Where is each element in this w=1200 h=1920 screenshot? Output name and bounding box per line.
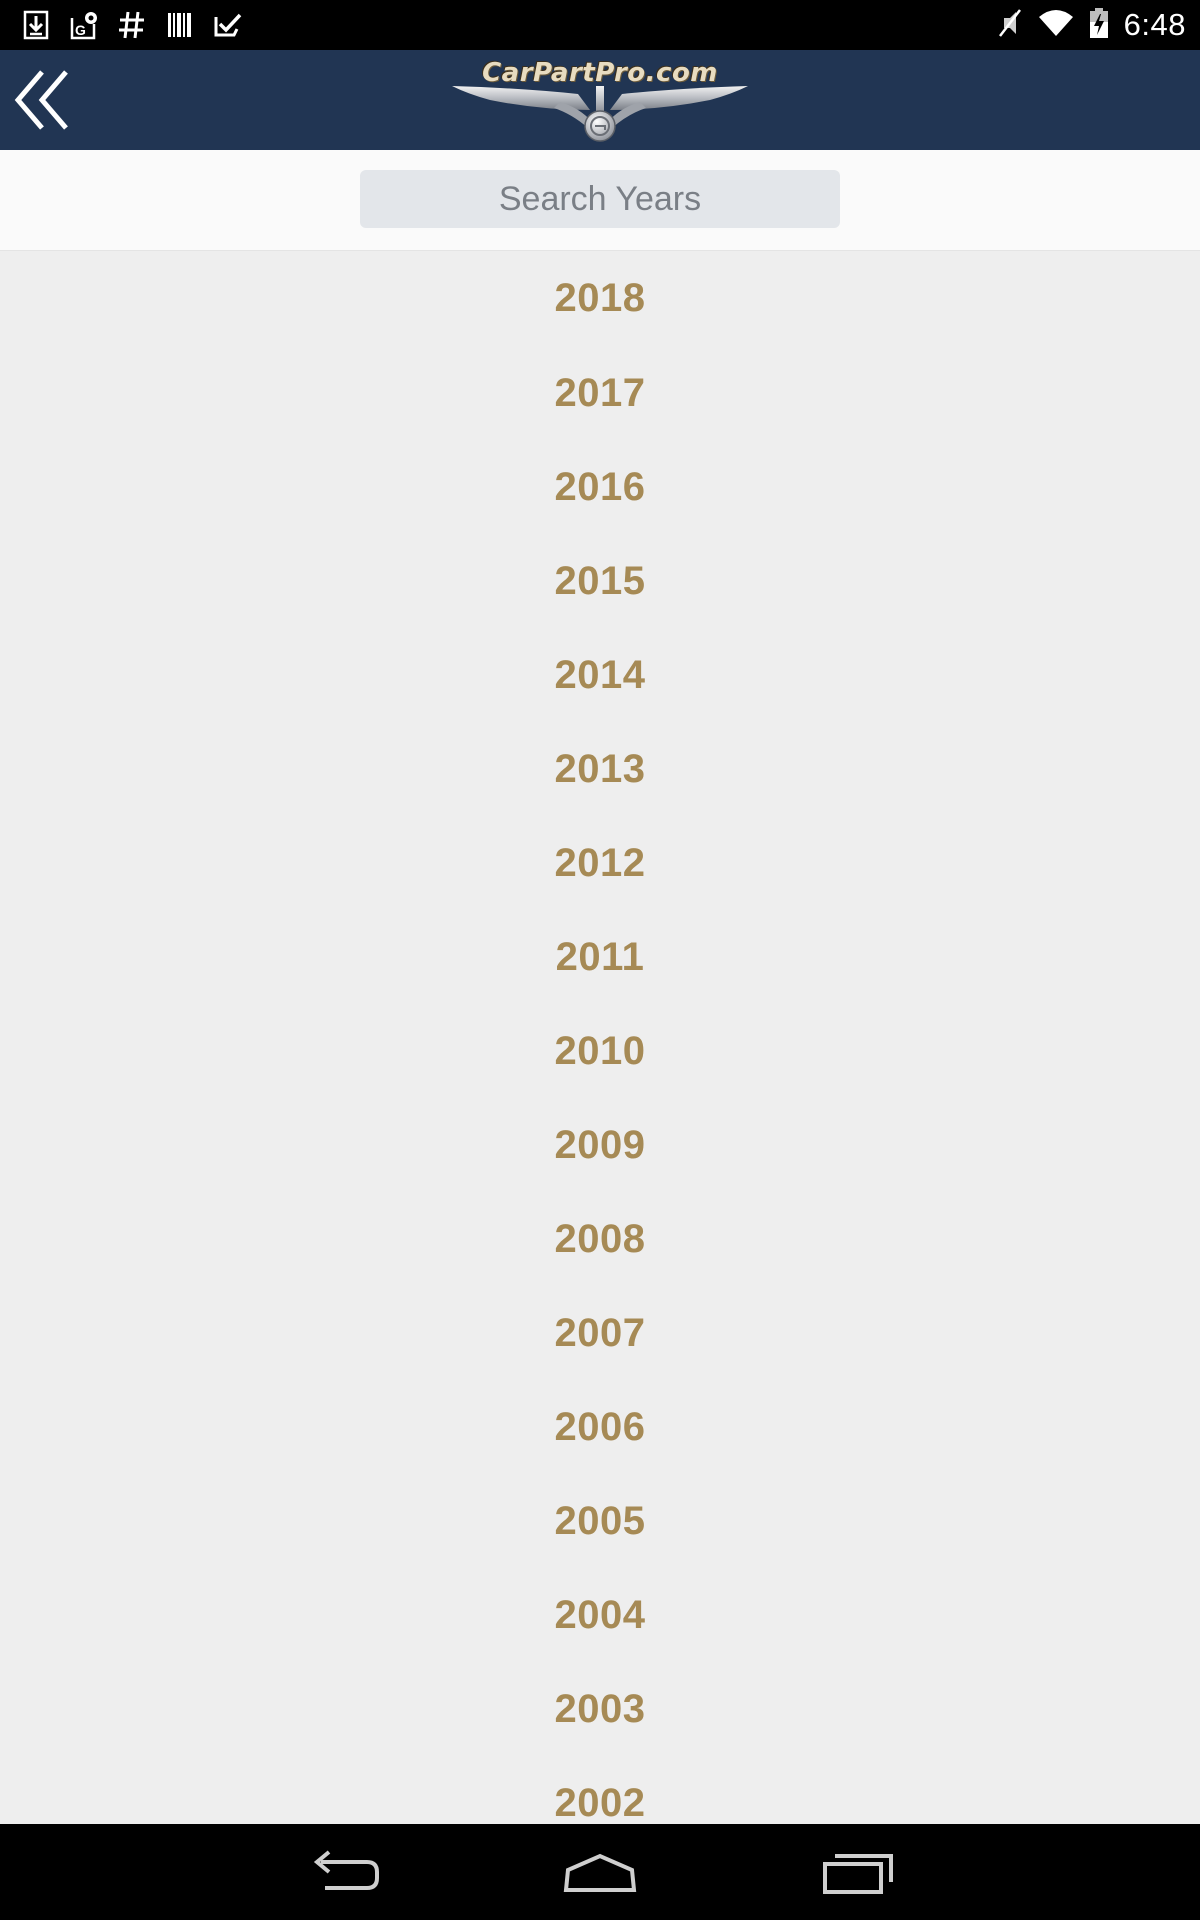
status-bar: G 6:48 [0,0,1200,50]
year-item[interactable]: 2010 [0,1004,1200,1098]
year-label: 2008 [554,1216,646,1261]
year-item[interactable]: 2012 [0,816,1200,910]
barcode-icon [164,9,196,41]
year-label: 2012 [554,840,646,885]
year-item[interactable]: 2016 [0,440,1200,534]
year-label: 2015 [554,558,646,603]
mute-icon [996,8,1024,43]
search-years-input[interactable] [360,170,840,228]
year-label: 2003 [554,1686,646,1731]
notification-icons: G [20,8,244,42]
app-bar: CarPartPro.com [0,50,1200,150]
nav-home-button[interactable] [555,1840,645,1904]
year-label: 2018 [554,276,646,320]
clock: 6:48 [1123,7,1186,42]
year-item[interactable]: 2014 [0,628,1200,722]
wifi-icon [1038,8,1074,43]
year-item[interactable]: 2017 [0,346,1200,440]
year-label: 2010 [554,1028,646,1073]
tasks-icon [212,9,244,41]
year-label: 2006 [554,1404,646,1449]
svg-text:G: G [75,22,86,38]
year-item[interactable]: 2008 [0,1192,1200,1286]
nav-recent-apps-button[interactable] [814,1840,904,1904]
system-icons: 6:48 [996,6,1186,44]
year-label: 2007 [554,1310,646,1355]
carpartpro-logo: CarPartPro.com [450,54,750,148]
double-chevron-left-icon [14,70,68,130]
year-item[interactable]: 2002 [0,1756,1200,1825]
year-item[interactable]: 2009 [0,1098,1200,1192]
year-label: 2016 [554,464,646,509]
nav-back-button[interactable] [298,1840,388,1904]
year-label: 2009 [554,1122,646,1167]
year-item[interactable]: 2005 [0,1474,1200,1568]
year-item[interactable]: 2004 [0,1568,1200,1662]
year-item[interactable]: 2015 [0,534,1200,628]
year-label: 2004 [554,1592,646,1637]
navigation-bar [0,1824,1200,1920]
back-button[interactable] [8,64,78,136]
year-label: 2013 [554,746,646,791]
year-label: 2002 [554,1780,646,1825]
maps-icon: G [68,9,100,41]
year-label: 2011 [555,934,645,979]
battery-charging-icon [1088,7,1110,44]
year-item[interactable]: 2013 [0,722,1200,816]
year-item[interactable]: 2006 [0,1380,1200,1474]
screen: G 6:48 CarPartPro.com Search Years 2018 … [0,0,1200,1920]
year-item[interactable]: 2011 [0,910,1200,1004]
download-icon [20,9,52,41]
year-label: 2017 [554,370,646,415]
years-list: 2018 2017 2016 2015 2014 2013 2012 2011 … [0,251,1200,1824]
year-item[interactable]: 2003 [0,1662,1200,1756]
back-icon [313,1850,379,1890]
recent-apps-icon [823,1854,893,1894]
logo-wings-emblem [452,86,748,142]
year-item[interactable]: 2018 [0,251,1200,346]
home-icon [563,1853,637,1892]
year-label: 2014 [554,652,646,697]
year-label: 2005 [554,1498,646,1543]
search-bar-container [0,150,1200,251]
hashtag-icon [116,9,148,41]
year-item[interactable]: 2007 [0,1286,1200,1380]
